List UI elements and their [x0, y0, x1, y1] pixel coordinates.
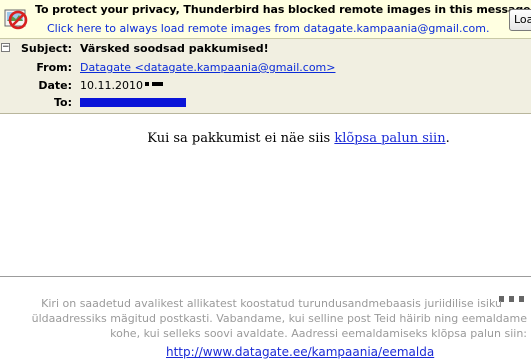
footer-line-3: kohe, kui selleks soovi avaldate. Aadres… — [110, 327, 527, 340]
subject-label: Subject: — [20, 42, 72, 55]
from-address-link[interactable]: Datagate <datagate.kampaania@gmail.com> — [80, 61, 335, 74]
body-text-line: Kui sa pakkumist ei näe siis klõpsa palu… — [0, 131, 531, 146]
redacted-recipient[interactable] — [80, 98, 186, 107]
footer-divider — [0, 276, 531, 277]
privacy-warning-title: To protect your privacy, Thunderbird has… — [35, 3, 531, 16]
subject-value: Värsked soodsad pakkumised! — [80, 42, 269, 55]
from-label: From: — [36, 61, 72, 74]
to-label: To: — [54, 96, 72, 109]
footer-disclaimer: Kiri on saadetud avalikest allikatest ko… — [0, 296, 527, 341]
body-text: Kui sa pakkumist ei näe siis — [147, 131, 331, 146]
always-load-images-link[interactable]: Click here to always load remote images … — [47, 22, 489, 35]
date-value: 10.11.2010 — [80, 79, 143, 92]
redacted-time — [145, 82, 167, 87]
date-label: Date: — [38, 79, 72, 92]
blocked-image-icon — [4, 9, 28, 30]
unsubscribe-link[interactable]: http://www.datagate.ee/kampaania/eemalda — [166, 345, 434, 359]
body-trailing: . — [445, 131, 450, 146]
view-offer-link[interactable]: klõpsa palun siin — [334, 131, 445, 146]
footer-line-2: üldaadressiks mägitud postkasti. Vabanda… — [31, 312, 527, 325]
footer-line-1: Kiri on saadetud avalikest allikatest ko… — [41, 297, 502, 310]
collapse-minus-icon[interactable]: − — [1, 43, 10, 52]
remote-content-notification-bar: To protect your privacy, Thunderbird has… — [0, 0, 531, 39]
load-images-button[interactable]: Load Images — [509, 9, 531, 31]
